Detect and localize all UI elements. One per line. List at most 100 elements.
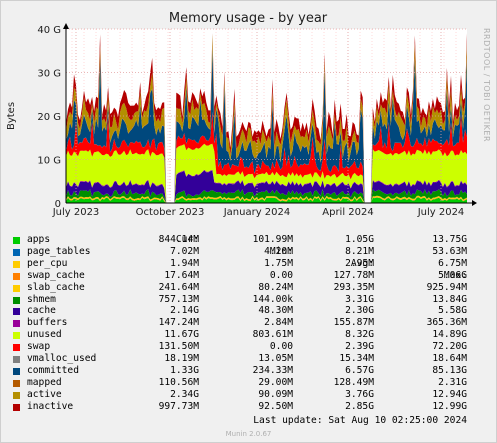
legend-name: apps xyxy=(27,234,51,245)
y-axis-label: Bytes xyxy=(6,102,17,130)
legend-avg: 6.57G xyxy=(345,364,374,376)
legend-avg: 2.95M xyxy=(345,257,374,269)
legend-name: buffers xyxy=(27,317,68,329)
legend-cur: 131.50M xyxy=(158,341,199,353)
legend-row-per-cpu: per_cpu 1.94M 1.75M 2.95M 6.75M xyxy=(0,258,497,270)
legend-swatch xyxy=(13,344,20,352)
legend-swatch xyxy=(13,272,20,280)
legend-avg: 128.49M xyxy=(333,376,374,388)
legend-max: 12.99G xyxy=(432,400,467,412)
legend-name: cache xyxy=(27,305,56,317)
legend-avg: 8.21M xyxy=(345,245,374,257)
legend-cur: 997.73M xyxy=(158,400,199,412)
rrdtool-watermark: RRDTOOL / TOBI OETIKER xyxy=(482,28,491,142)
legend-cur: 1.33G xyxy=(170,364,199,376)
chart: Memory usage - by year Bytes RRDTOOL / T… xyxy=(6,11,491,218)
legend-max: 925.94M xyxy=(426,281,467,293)
x-tick-label: April 2024 xyxy=(322,207,373,218)
legend-cur: 1.94M xyxy=(170,257,199,269)
legend-max: 6.75M xyxy=(438,257,467,269)
legend-swatch xyxy=(13,248,20,256)
legend-swatch xyxy=(13,284,20,292)
legend-avg: 155.87M xyxy=(333,317,374,329)
legend-min: 4.20M xyxy=(264,245,293,257)
y-tick-label: 20 G xyxy=(37,112,61,123)
x-tick-label: July 2023 xyxy=(52,207,100,218)
legend-row-committed: committed 1.33G 234.33M 6.57G 85.13G xyxy=(0,365,497,377)
legend-max: 365.36M xyxy=(426,317,467,329)
legend-name: active xyxy=(27,388,62,400)
x-tick-labels: July 2023 October 2023 January 2024 April 2… xyxy=(52,207,465,218)
last-update: Last update: Sat Aug 10 02:25:00 2024 xyxy=(253,415,467,426)
legend-min: 0.00 xyxy=(269,269,293,281)
legend-avg: 15.34M xyxy=(339,353,374,364)
legend-name: inactive xyxy=(27,400,74,412)
legend-avg: 8.32G xyxy=(345,329,374,341)
legend-min: 0.00 xyxy=(269,341,293,353)
legend-max: 12.94G xyxy=(432,388,467,400)
legend-cur: 11.67G xyxy=(164,329,199,341)
y-tick-labels: 010 G20 G30 G40 G xyxy=(37,25,61,210)
legend-min: 234.33M xyxy=(252,364,293,376)
munin-version: Munin 2.0.67 xyxy=(225,430,272,438)
legend-header: Cur: Min: Avg: Max: xyxy=(0,222,497,281)
legend-max: 2.31G xyxy=(438,376,467,388)
legend-cur: 844.14M xyxy=(158,234,199,245)
legend-name: unused xyxy=(27,329,62,341)
legend-name: swap_cache xyxy=(27,269,85,281)
legend-min: 803.61M xyxy=(252,329,293,341)
legend-cur: 241.64M xyxy=(158,281,199,293)
legend-cur: 2.14G xyxy=(170,305,199,317)
legend-min: 13.05M xyxy=(258,353,293,364)
legend-row-unused: unused 11.67G 803.61M 8.32G 14.89G xyxy=(0,329,497,341)
y-tick-label: 10 G xyxy=(37,156,61,167)
legend-swatch xyxy=(13,332,20,340)
legend-max: 5.58G xyxy=(438,305,467,317)
legend-min: 90.09M xyxy=(258,388,293,400)
legend-name: swap xyxy=(27,341,51,353)
legend-max: 5.06G xyxy=(438,269,467,281)
legend-avg: 3.31G xyxy=(345,293,374,305)
legend-row-inactive: inactive 997.73M 92.50M 2.85G 12.99G xyxy=(0,401,497,413)
legend-swatch xyxy=(13,260,20,268)
legend-cur: 7.02M xyxy=(170,245,199,257)
legend-avg: 3.76G xyxy=(345,388,374,400)
legend-swatch xyxy=(13,391,20,399)
legend-cur: 147.24M xyxy=(158,317,199,329)
legend-row-slab-cache: slab_cache 241.64M 80.24M 293.35M 925.94M xyxy=(0,282,497,294)
legend-cur: 17.64M xyxy=(164,269,199,281)
legend-cur: 18.19M xyxy=(164,353,199,364)
legend-cur: 110.56M xyxy=(158,376,199,388)
legend-name: per_cpu xyxy=(27,257,68,269)
legend-name: vmalloc_used xyxy=(27,353,97,364)
legend-max: 14.89G xyxy=(432,329,467,341)
legend-swatch xyxy=(13,367,20,375)
chart-title: Memory usage - by year xyxy=(169,11,328,26)
legend-cur: 2.34G xyxy=(170,388,199,400)
legend-swatch xyxy=(13,379,20,387)
legend-max: 72.20G xyxy=(432,341,467,353)
legend-max: 85.13G xyxy=(432,364,467,376)
legend-swatch xyxy=(13,308,20,316)
legend-swatch xyxy=(13,237,20,244)
legend-row-swap: swap 131.50M 0.00 2.39G 72.20G xyxy=(0,341,497,353)
legend-min: 29.00M xyxy=(258,376,293,388)
legend-avg: 127.78M xyxy=(333,269,374,281)
legend-min: 2.84M xyxy=(264,317,293,329)
legend-row-page-tables: page_tables 7.02M 4.20M 8.21M 53.63M xyxy=(0,246,497,258)
legend-row-cache: cache 2.14G 48.30M 2.30G 5.58G xyxy=(0,305,497,317)
legend-name: committed xyxy=(27,364,79,376)
legend-row-buffers: buffers 147.24M 2.84M 155.87M 365.36M xyxy=(0,317,497,329)
legend-name: page_tables xyxy=(27,245,91,257)
legend-row-shmem: shmem 757.13M 144.00k 3.31G 13.84G xyxy=(0,294,497,306)
legend-name: shmem xyxy=(27,293,56,305)
legend-swatch xyxy=(13,403,20,411)
x-tick-label: January 2024 xyxy=(223,207,291,218)
legend-min: 80.24M xyxy=(258,281,293,293)
legend-avg: 2.85G xyxy=(345,400,374,412)
legend-row-active: active 2.34G 90.09M 3.76G 12.94G xyxy=(0,389,497,401)
legend-min: 48.30M xyxy=(258,305,293,317)
legend-row-vmalloc-used: vmalloc_used 18.19M 13.05M 15.34M 18.64M xyxy=(0,353,497,365)
legend-swatch xyxy=(13,296,20,304)
legend-avg: 2.30G xyxy=(345,305,374,317)
